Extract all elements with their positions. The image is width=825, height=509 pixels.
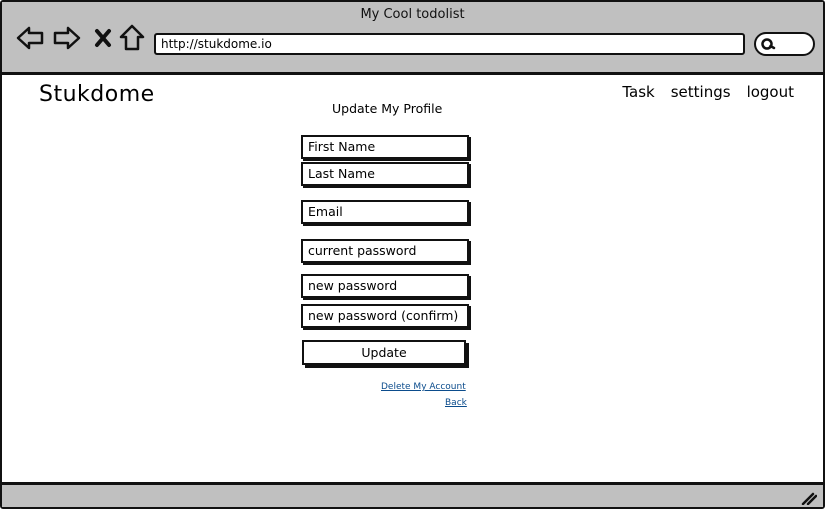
new-password-confirm-field[interactable]: new password (confirm) — [301, 304, 469, 328]
forward-button[interactable] — [53, 24, 81, 52]
forward-arrow-icon — [53, 26, 81, 50]
close-icon — [95, 29, 111, 47]
back-link[interactable]: Back — [445, 398, 467, 408]
browser-toolbar: My Cool todolist http://stukdome.io — [2, 2, 823, 75]
current-password-field[interactable]: current password — [301, 239, 469, 263]
resize-grip-icon[interactable] — [801, 491, 817, 505]
back-button[interactable] — [16, 24, 44, 52]
browser-window: My Cool todolist http://stukdome.io Stuk… — [0, 0, 825, 509]
browser-search-button[interactable] — [754, 32, 815, 56]
page-title: Update My Profile — [332, 101, 443, 116]
home-button[interactable] — [118, 24, 146, 52]
home-icon — [119, 24, 145, 51]
address-bar[interactable]: http://stukdome.io — [154, 33, 745, 55]
brand-logo[interactable]: Stukdome — [39, 82, 155, 107]
back-arrow-icon — [16, 26, 44, 50]
page-content: Stukdome Task settings logout Update My … — [2, 75, 823, 482]
nav-link-settings[interactable]: settings — [671, 83, 731, 101]
update-button[interactable]: Update — [302, 340, 466, 365]
delete-account-link[interactable]: Delete My Account — [381, 382, 466, 392]
nav-link-logout[interactable]: logout — [747, 83, 794, 101]
last-name-field[interactable]: Last Name — [301, 162, 469, 186]
stop-button[interactable] — [89, 24, 117, 52]
email-field[interactable]: Email — [301, 200, 469, 224]
top-nav: Task settings logout — [622, 83, 794, 101]
nav-link-task[interactable]: Task — [622, 83, 654, 101]
search-icon — [761, 38, 776, 50]
window-title: My Cool todolist — [360, 7, 465, 22]
status-bar — [2, 482, 823, 507]
new-password-field[interactable]: new password — [301, 274, 469, 298]
first-name-field[interactable]: First Name — [301, 135, 469, 159]
